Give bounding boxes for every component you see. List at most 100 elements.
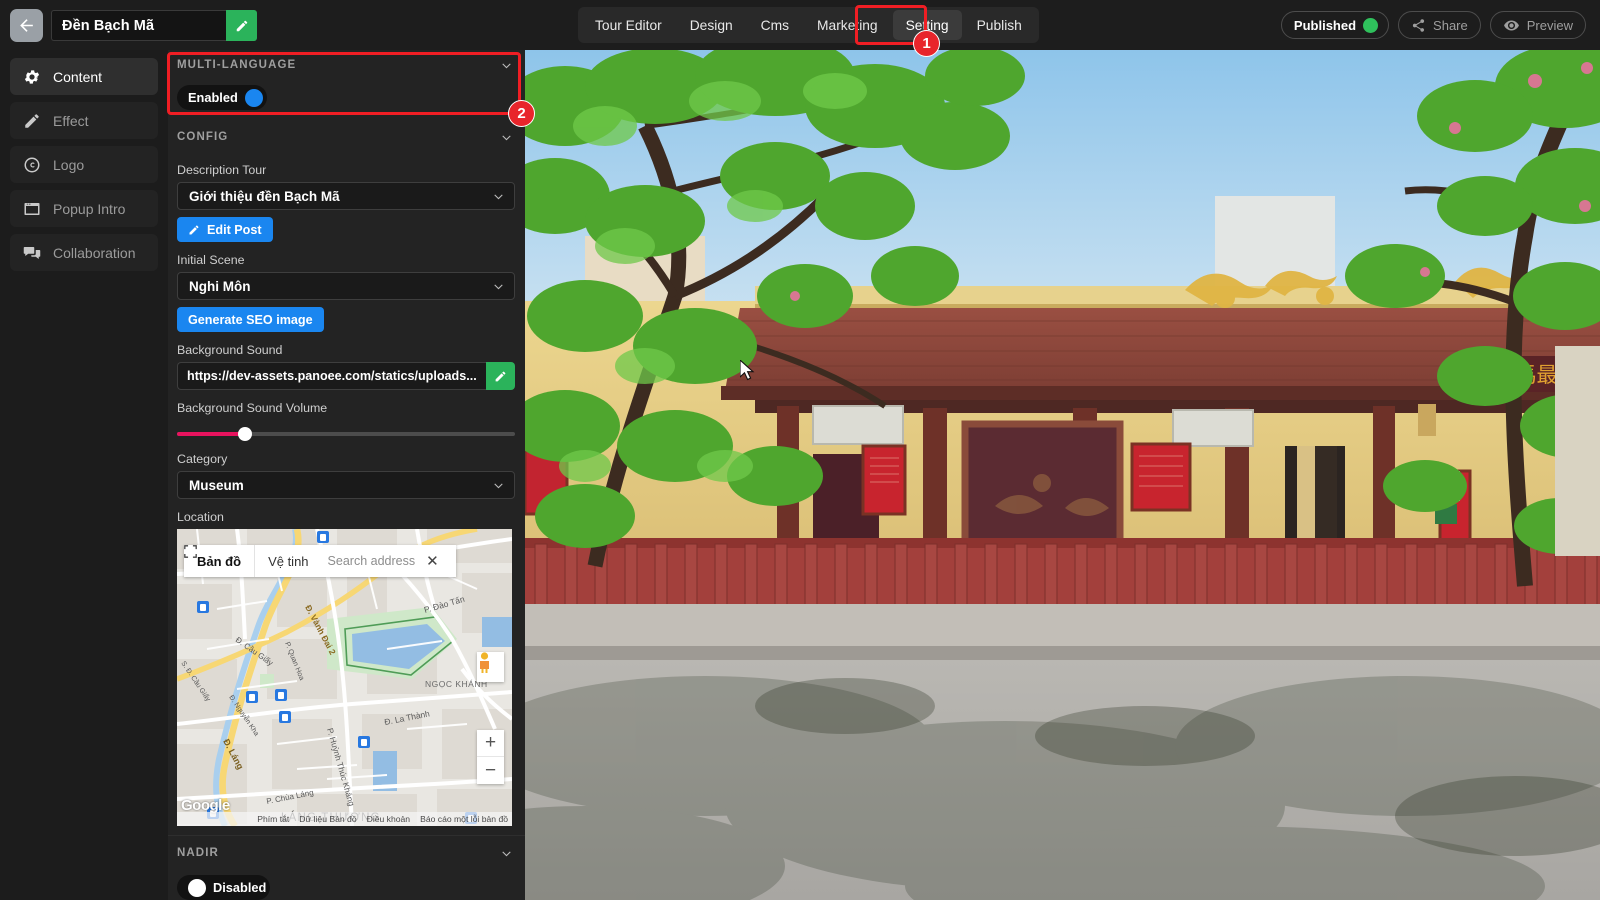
toggle-knob-icon — [188, 878, 206, 897]
nav-tab-marketing[interactable]: Marketing — [804, 10, 891, 40]
svg-text:Đ. La Thành: Đ. La Thành — [383, 708, 430, 727]
preview-button[interactable]: Preview — [1489, 11, 1586, 39]
mouse-cursor — [740, 360, 755, 381]
background-sound-input[interactable]: https://dev-assets.panoee.com/statics/up… — [177, 362, 486, 390]
map-footer-shortcuts[interactable]: Phím tắt — [257, 814, 289, 824]
map-fullscreen-button[interactable] — [184, 545, 456, 577]
background-sound-volume-slider[interactable] — [177, 427, 515, 441]
map-clear-button[interactable]: ✕ — [419, 545, 446, 577]
map-bus-marker[interactable] — [317, 531, 329, 543]
preview-label: Preview — [1526, 17, 1573, 33]
map-bus-marker[interactable] — [197, 601, 209, 613]
nav-tab-publish[interactable]: Publish — [964, 10, 1035, 40]
left-sidebar: Content Effect Logo Popup Intro Collabor… — [0, 50, 168, 900]
slider-handle[interactable] — [237, 427, 252, 441]
map-footer-terms[interactable]: Điều khoản — [367, 814, 410, 824]
publish-status-label: Published — [1293, 17, 1357, 33]
config-header[interactable]: CONFIG — [168, 122, 525, 152]
svg-text:P. Quan Hoa: P. Quan Hoa — [283, 640, 307, 681]
background-sound-volume-label: Background Sound Volume — [177, 401, 328, 415]
chevron-down-icon — [502, 134, 511, 140]
description-tour-select[interactable]: Giới thiệu đền Bạch Mã — [177, 182, 515, 210]
window-icon — [24, 202, 40, 215]
panorama-viewer[interactable]: 白馬最靈祠 — [525, 46, 1600, 900]
svg-text:P. Đào Tấn: P. Đào Tấn — [423, 594, 466, 615]
top-bar: Đền Bạch Mã Tour Editor Design Cms Marke… — [0, 0, 1600, 50]
svg-text:Đ. Láng: Đ. Láng — [221, 737, 245, 771]
street-view-pegman[interactable] — [477, 652, 504, 682]
toggle-knob-icon — [244, 88, 263, 107]
map-search-input[interactable]: Search address — [322, 545, 420, 577]
pencil-icon — [236, 20, 247, 31]
edit-post-button[interactable]: Edit Post — [177, 217, 273, 242]
sidebar-item-popup-intro[interactable]: Popup Intro — [10, 190, 158, 227]
generate-seo-image-button[interactable]: Generate SEO image — [177, 307, 324, 332]
map-bus-marker[interactable] — [246, 691, 258, 703]
map-footer-data[interactable]: Dữ liệu Bản đồ — [299, 814, 356, 824]
map-zoom-out-button[interactable]: − — [477, 757, 504, 784]
config-section: CONFIG Description Tour Giới thiệu đền B… — [168, 122, 525, 900]
tour-title-input[interactable]: Đền Bạch Mã — [51, 10, 226, 41]
multi-language-toggle-label: Enabled — [188, 90, 238, 105]
initial-scene-select[interactable]: Nghi Môn — [177, 272, 515, 300]
pencil-icon — [25, 113, 39, 128]
sidebar-label-collaboration: Collaboration — [53, 244, 136, 261]
tour-title-group: Đền Bạch Mã — [51, 10, 257, 41]
svg-text:P. Chùa Láng: P. Chùa Láng — [266, 788, 315, 806]
status-dot-icon — [1363, 17, 1379, 33]
sidebar-item-content[interactable]: Content — [10, 58, 158, 95]
chat-bubbles-icon — [23, 246, 41, 259]
location-label: Location — [177, 510, 224, 524]
pegman-icon — [480, 652, 489, 673]
slider-fill — [177, 432, 245, 436]
share-icon — [1412, 18, 1425, 32]
arrow-left-icon — [20, 19, 33, 32]
sidebar-item-collaboration[interactable]: Collaboration — [10, 234, 158, 271]
nav-tab-design[interactable]: Design — [677, 10, 746, 40]
nav-tab-cms[interactable]: Cms — [748, 10, 802, 40]
chevron-down-icon — [494, 283, 503, 289]
svg-text:Đ. Vành Đai 2: Đ. Vành Đai 2 — [303, 603, 338, 656]
annotation-badge-1: 1 — [913, 30, 940, 57]
background-sound-edit-button[interactable] — [486, 362, 515, 390]
location-map[interactable]: CỐNG VỊ P. Đào Tấn NGỌC KHÁNH Đ. Cầu Giấ… — [177, 529, 512, 826]
nadir-toggle-label: Disabled — [213, 880, 267, 895]
multi-language-section: MULTI-LANGUAGE Enabled — [168, 50, 525, 112]
description-tour-value: Giới thiệu đền Bạch Mã — [189, 188, 340, 204]
map-bus-marker[interactable] — [358, 736, 370, 748]
description-tour-label: Description Tour — [177, 163, 267, 177]
gear-icon — [24, 69, 40, 84]
panorama-image: 白馬最靈祠 — [525, 46, 1600, 900]
map-footer-report[interactable]: Báo cáo một lỗi bản đồ — [420, 814, 508, 824]
category-select[interactable]: Museum — [177, 471, 515, 499]
multi-language-header[interactable]: MULTI-LANGUAGE — [168, 50, 525, 80]
tour-title-edit-button[interactable] — [226, 10, 257, 41]
svg-text:P. Huỳnh Thúc Kháng: P. Huỳnh Thúc Kháng — [325, 727, 357, 808]
svg-text:S. Đ. Cầu Giấy: S. Đ. Cầu Giấy — [179, 659, 213, 703]
map-zoom-controls: + − — [477, 730, 504, 784]
share-button[interactable]: Share — [1398, 11, 1481, 39]
map-bus-marker[interactable] — [275, 689, 287, 701]
sidebar-item-effect[interactable]: Effect — [10, 102, 158, 139]
map-tab-ve-tinh[interactable]: Vệ tinh — [255, 545, 321, 577]
initial-scene-value: Nghi Môn — [189, 278, 251, 294]
nadir-header[interactable]: NADIR — [168, 836, 525, 870]
initial-scene-label: Initial Scene — [177, 253, 245, 267]
sidebar-label-logo: Logo — [53, 156, 85, 173]
top-right-actions: Published Share Preview — [1280, 11, 1586, 39]
back-button[interactable] — [10, 9, 43, 42]
annotation-badge-2: 2 — [508, 100, 535, 127]
nadir-toggle[interactable]: Disabled — [177, 875, 271, 900]
pencil-icon — [189, 224, 199, 234]
copyright-icon — [24, 157, 40, 172]
sidebar-label-popup-intro: Popup Intro — [53, 200, 126, 217]
fullscreen-icon — [184, 545, 197, 558]
map-zoom-in-button[interactable]: + — [477, 730, 504, 757]
map-bus-marker[interactable] — [279, 711, 291, 723]
multi-language-title: MULTI-LANGUAGE — [177, 59, 297, 71]
multi-language-toggle[interactable]: Enabled — [177, 85, 267, 110]
publish-status-badge[interactable]: Published — [1280, 11, 1390, 39]
chevron-down-icon — [502, 62, 511, 68]
nav-tab-tour-editor[interactable]: Tour Editor — [582, 10, 675, 40]
sidebar-item-logo[interactable]: Logo — [10, 146, 158, 183]
